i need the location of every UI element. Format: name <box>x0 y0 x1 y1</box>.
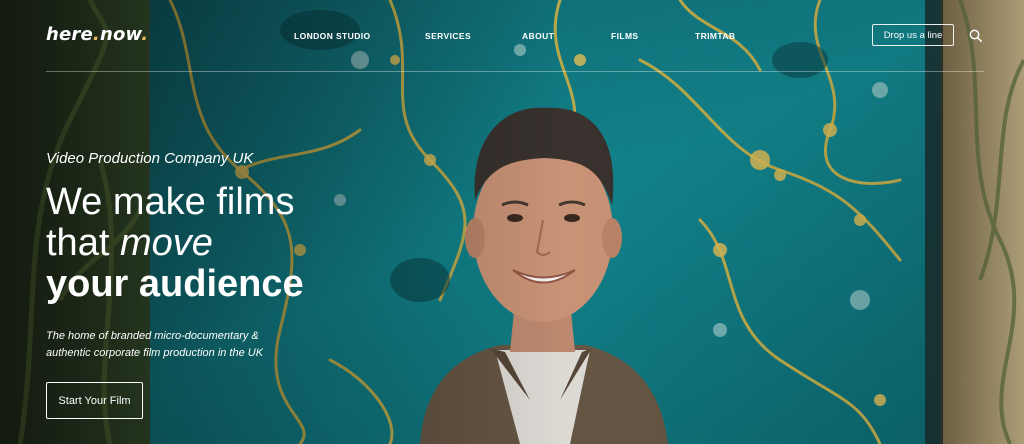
logo-word-2: now <box>99 24 142 45</box>
drop-us-a-line-button[interactable]: Drop us a line <box>872 24 954 46</box>
logo-dot: . <box>92 24 100 45</box>
header-divider <box>46 71 984 72</box>
nav-item-london-studio[interactable]: LONDON STUDIO <box>294 31 371 41</box>
headline-line-3: your audience <box>46 263 304 305</box>
hero-headline: We make films that move your audience <box>46 182 304 305</box>
nav-item-services[interactable]: SERVICES <box>425 31 471 41</box>
site-header: here.now. LONDON STUDIO SERVICES ABOUT F… <box>0 0 1024 72</box>
headline-move: move <box>119 222 213 264</box>
search-icon[interactable] <box>969 29 982 42</box>
nav-item-about[interactable]: ABOUT <box>522 31 554 41</box>
start-your-film-button[interactable]: Start Your Film <box>46 382 143 419</box>
logo-word-1: here <box>46 24 93 45</box>
headline-line-1: We make films <box>46 181 295 223</box>
headline-that: that <box>46 222 120 264</box>
site-logo[interactable]: here.now. <box>46 24 148 45</box>
hero-subtitle: The home of branded micro-documentary & … <box>46 330 264 359</box>
nav-item-trimtab[interactable]: TRIMTAB <box>695 31 735 41</box>
hero-eyebrow: Video Production Company UK <box>46 150 254 167</box>
logo-dot-2: . <box>141 24 149 45</box>
nav-item-films[interactable]: FILMS <box>611 31 639 41</box>
headline-line-2: that move <box>46 223 304 264</box>
